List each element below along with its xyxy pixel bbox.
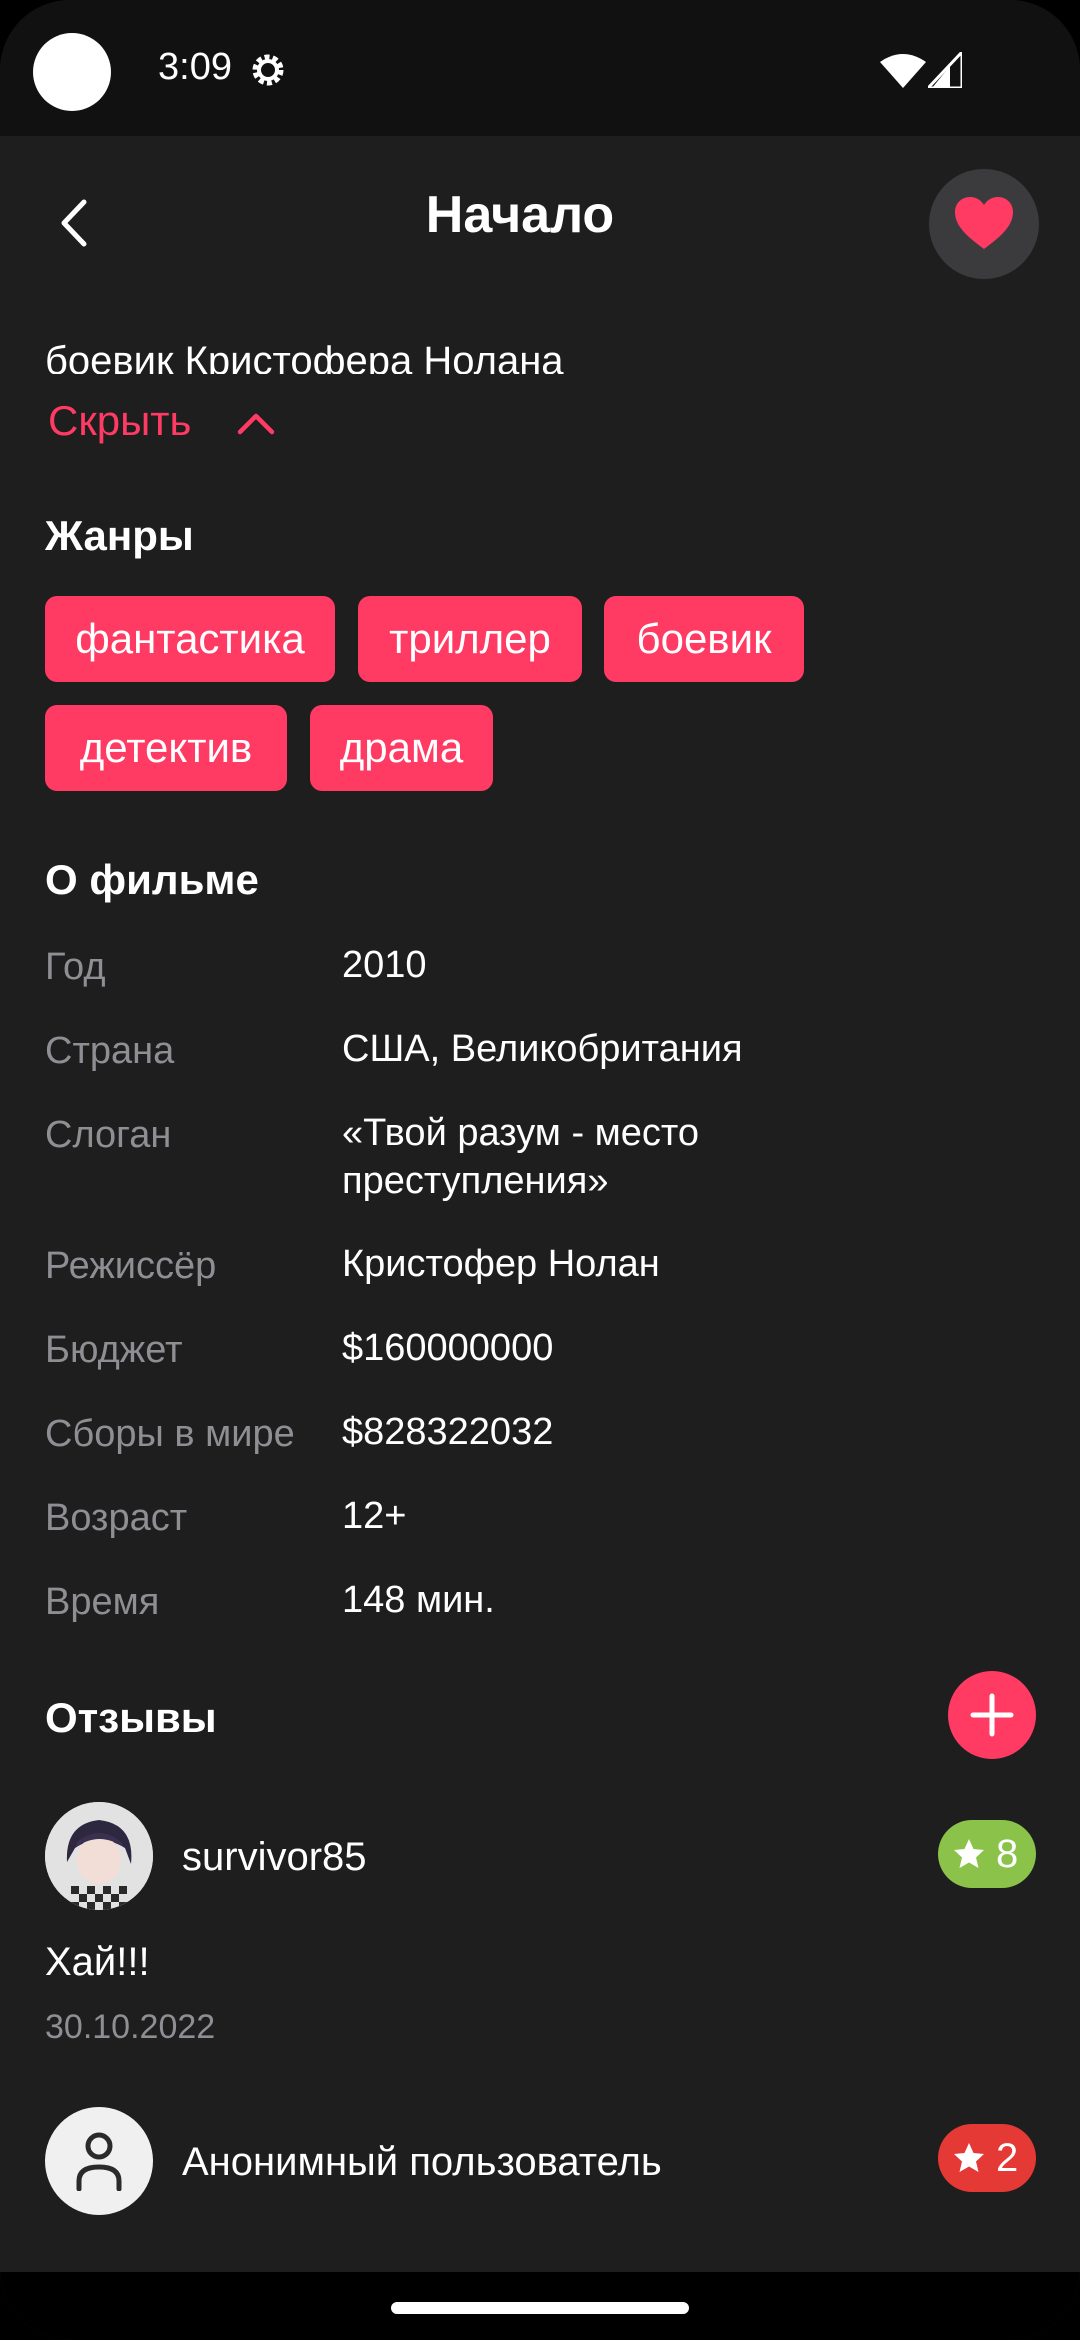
review-username: survivor85: [182, 1835, 367, 1879]
info-value-budget: $160000000: [342, 1327, 554, 1369]
genre-chip[interactable]: детектив: [45, 705, 287, 791]
camera-cutout: [33, 33, 111, 111]
plus-icon: [970, 1693, 1014, 1737]
info-value-duration: 148 мин.: [342, 1579, 495, 1621]
description-text: боевик Кристофера Нолана: [45, 339, 564, 374]
rating-badge: 8: [938, 1820, 1036, 1888]
about-heading: О фильме: [45, 856, 259, 903]
collapse-description-link[interactable]: Скрыть: [48, 397, 191, 445]
heart-icon: [955, 197, 1013, 249]
star-icon: [954, 2143, 984, 2172]
review-text: Хай!!!: [45, 1940, 150, 1984]
page-title: Начало: [425, 186, 615, 244]
info-value-slogan: «Твой разум - место: [342, 1112, 700, 1154]
avatar[interactable]: [45, 2107, 153, 2215]
genre-chip[interactable]: триллер: [358, 596, 582, 682]
info-label-slogan: Слоган: [45, 1114, 172, 1156]
info-value-slogan-line2: преступления»: [342, 1160, 609, 1202]
genre-chip[interactable]: фантастика: [45, 596, 335, 682]
info-label-year: Год: [45, 946, 106, 988]
genre-chip[interactable]: драма: [310, 705, 493, 791]
info-value-box-office: $828322032: [342, 1411, 554, 1453]
rating-value: 8: [996, 1832, 1019, 1876]
genre-chip[interactable]: боевик: [604, 596, 804, 682]
info-label-director: Режиссёр: [45, 1245, 217, 1287]
add-review-button[interactable]: [948, 1671, 1036, 1759]
review-username: Анонимный пользователь: [182, 2140, 662, 2184]
status-time: 3:09: [158, 46, 232, 88]
star-icon: [954, 1839, 984, 1868]
info-value-year: 2010: [342, 944, 427, 986]
genres-heading: Жанры: [45, 512, 194, 559]
user-icon: [76, 2132, 122, 2191]
info-label-budget: Бюджет: [45, 1329, 183, 1371]
chevron-up-icon[interactable]: [236, 408, 276, 438]
info-label-country: Страна: [45, 1030, 175, 1072]
home-gesture-bar[interactable]: [391, 2302, 689, 2314]
avatar[interactable]: [45, 1802, 153, 1910]
wifi-icon: [880, 54, 926, 88]
review-date: 30.10.2022: [45, 2008, 216, 2046]
info-label-age: Возраст: [45, 1497, 188, 1539]
cellular-signal-icon: [928, 52, 962, 88]
info-label-box-office: Сборы в мире: [45, 1413, 295, 1455]
settings-gear-icon: [252, 54, 284, 86]
info-value-age: 12+: [342, 1495, 407, 1537]
user-avatar-image: [45, 1802, 153, 1910]
info-label-duration: Время: [45, 1581, 160, 1623]
rating-badge: 2: [938, 2124, 1036, 2192]
favorite-button[interactable]: [929, 169, 1039, 279]
info-value-country: США, Великобритания: [342, 1028, 743, 1070]
reviews-heading: Отзывы: [45, 1694, 217, 1741]
status-bar: 3:09: [0, 0, 1080, 136]
info-value-director: Кристофер Нолан: [342, 1243, 660, 1285]
rating-value: 2: [996, 2136, 1019, 2180]
app-screen: 3:09 Начало боевик Кристофера Нолана Скр…: [0, 0, 1080, 2340]
